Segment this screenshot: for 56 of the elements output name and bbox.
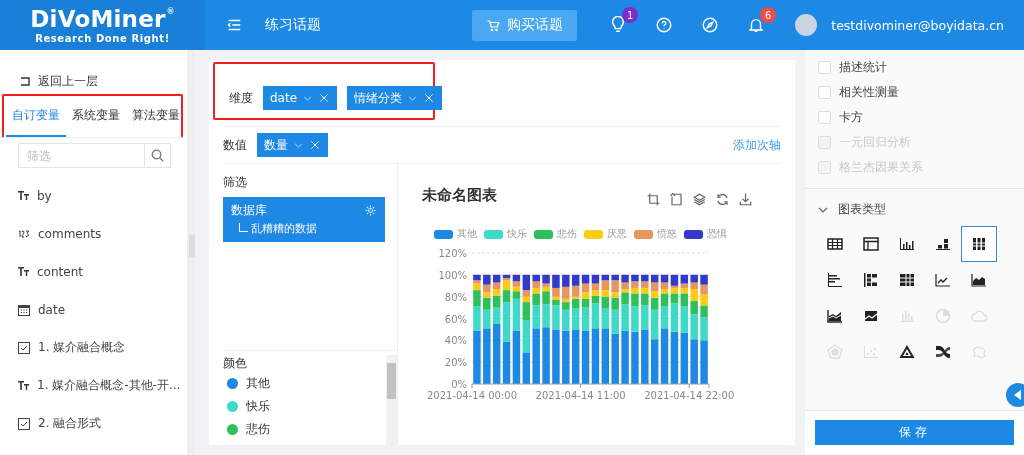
- notification-badge: 6: [760, 7, 777, 23]
- color-item-label: 悲伤: [246, 421, 270, 438]
- variable-item[interactable]: 1. 媒介融合概念: [38, 339, 126, 356]
- legend-label[interactable]: 恐惧: [707, 227, 727, 241]
- variable-item[interactable]: 1. 媒介融合概念-其他-开...: [37, 377, 181, 394]
- variable-item[interactable]: by: [37, 188, 52, 203]
- legend-label[interactable]: 悲伤: [557, 227, 577, 241]
- variable-item[interactable]: content: [37, 264, 83, 279]
- registered-mark: ®: [166, 6, 175, 17]
- x-tick-label: 2021-04-14 11:00: [535, 390, 626, 401]
- analysis-option[interactable]: 相关性测量: [818, 84, 1024, 100]
- legend-label[interactable]: 愤怒: [657, 227, 677, 241]
- y-tick-label: 100%: [438, 269, 467, 281]
- back-link[interactable]: 返回上一层: [0, 50, 187, 94]
- chart-title: 未命名图表: [422, 186, 497, 205]
- logo-text: DiVoMiner: [30, 6, 166, 31]
- variable-tab[interactable]: 系统变量: [66, 96, 126, 137]
- variable-item[interactable]: date: [38, 302, 66, 317]
- legend-label[interactable]: 快乐: [507, 227, 527, 241]
- variable-item[interactable]: comments: [38, 226, 102, 241]
- color-item-label: 快乐: [246, 398, 270, 415]
- y-tick-label: 60%: [444, 313, 467, 325]
- dimension-chip[interactable]: 情绪分类: [347, 86, 443, 110]
- analysis-option[interactable]: 卡方: [818, 109, 1024, 125]
- user-email[interactable]: testdivominer@boyidata.cn: [831, 17, 1004, 33]
- y-tick-label: 40%: [444, 335, 467, 347]
- search-field[interactable]: 筛选: [18, 143, 145, 168]
- dimension-chip[interactable]: date: [263, 86, 338, 110]
- value-chip[interactable]: 数量: [257, 133, 328, 157]
- legend-label[interactable]: 厌恶: [607, 227, 627, 241]
- add-secondary-axis-link[interactable]: 添加次轴: [733, 136, 781, 154]
- notification-badge: 1: [622, 7, 639, 23]
- database-label: 数据库: [231, 202, 267, 219]
- dataset-name: 乱糟糟的数据: [251, 222, 317, 235]
- value-label: 数值: [223, 136, 247, 154]
- analysis-option[interactable]: 描述统计: [818, 59, 1024, 75]
- y-tick-label: 0%: [451, 379, 467, 390]
- y-tick-label: 80%: [444, 291, 467, 303]
- legend-label[interactable]: 其他: [457, 227, 477, 241]
- variable-tab[interactable]: 自订变量: [6, 96, 66, 137]
- x-tick-label: 2021-04-14 22:00: [644, 390, 735, 401]
- buy-topic-button[interactable]: 购买话题: [472, 9, 578, 41]
- y-tick-label: 120%: [438, 248, 467, 259]
- y-tick-label: 20%: [444, 357, 467, 369]
- color-label: 颜色: [223, 355, 248, 372]
- page-title: 练习话题: [265, 16, 322, 34]
- chart-type-section-header[interactable]: 图表类型: [805, 189, 1024, 218]
- variable-item[interactable]: 2. 融合形式: [38, 415, 102, 432]
- dimension-label: 维度: [229, 89, 253, 107]
- color-item-label: 其他: [246, 375, 270, 392]
- filter-label: 筛选: [223, 174, 248, 191]
- save-button[interactable]: 保存: [815, 420, 1014, 445]
- data-source-panel[interactable]: 数据库 乱糟糟的数据: [223, 197, 385, 242]
- variable-tab[interactable]: 算法变量: [126, 96, 186, 137]
- x-tick-label: 2021-04-14 00:00: [426, 390, 518, 401]
- logo-tagline: Research Done Right!: [35, 32, 170, 44]
